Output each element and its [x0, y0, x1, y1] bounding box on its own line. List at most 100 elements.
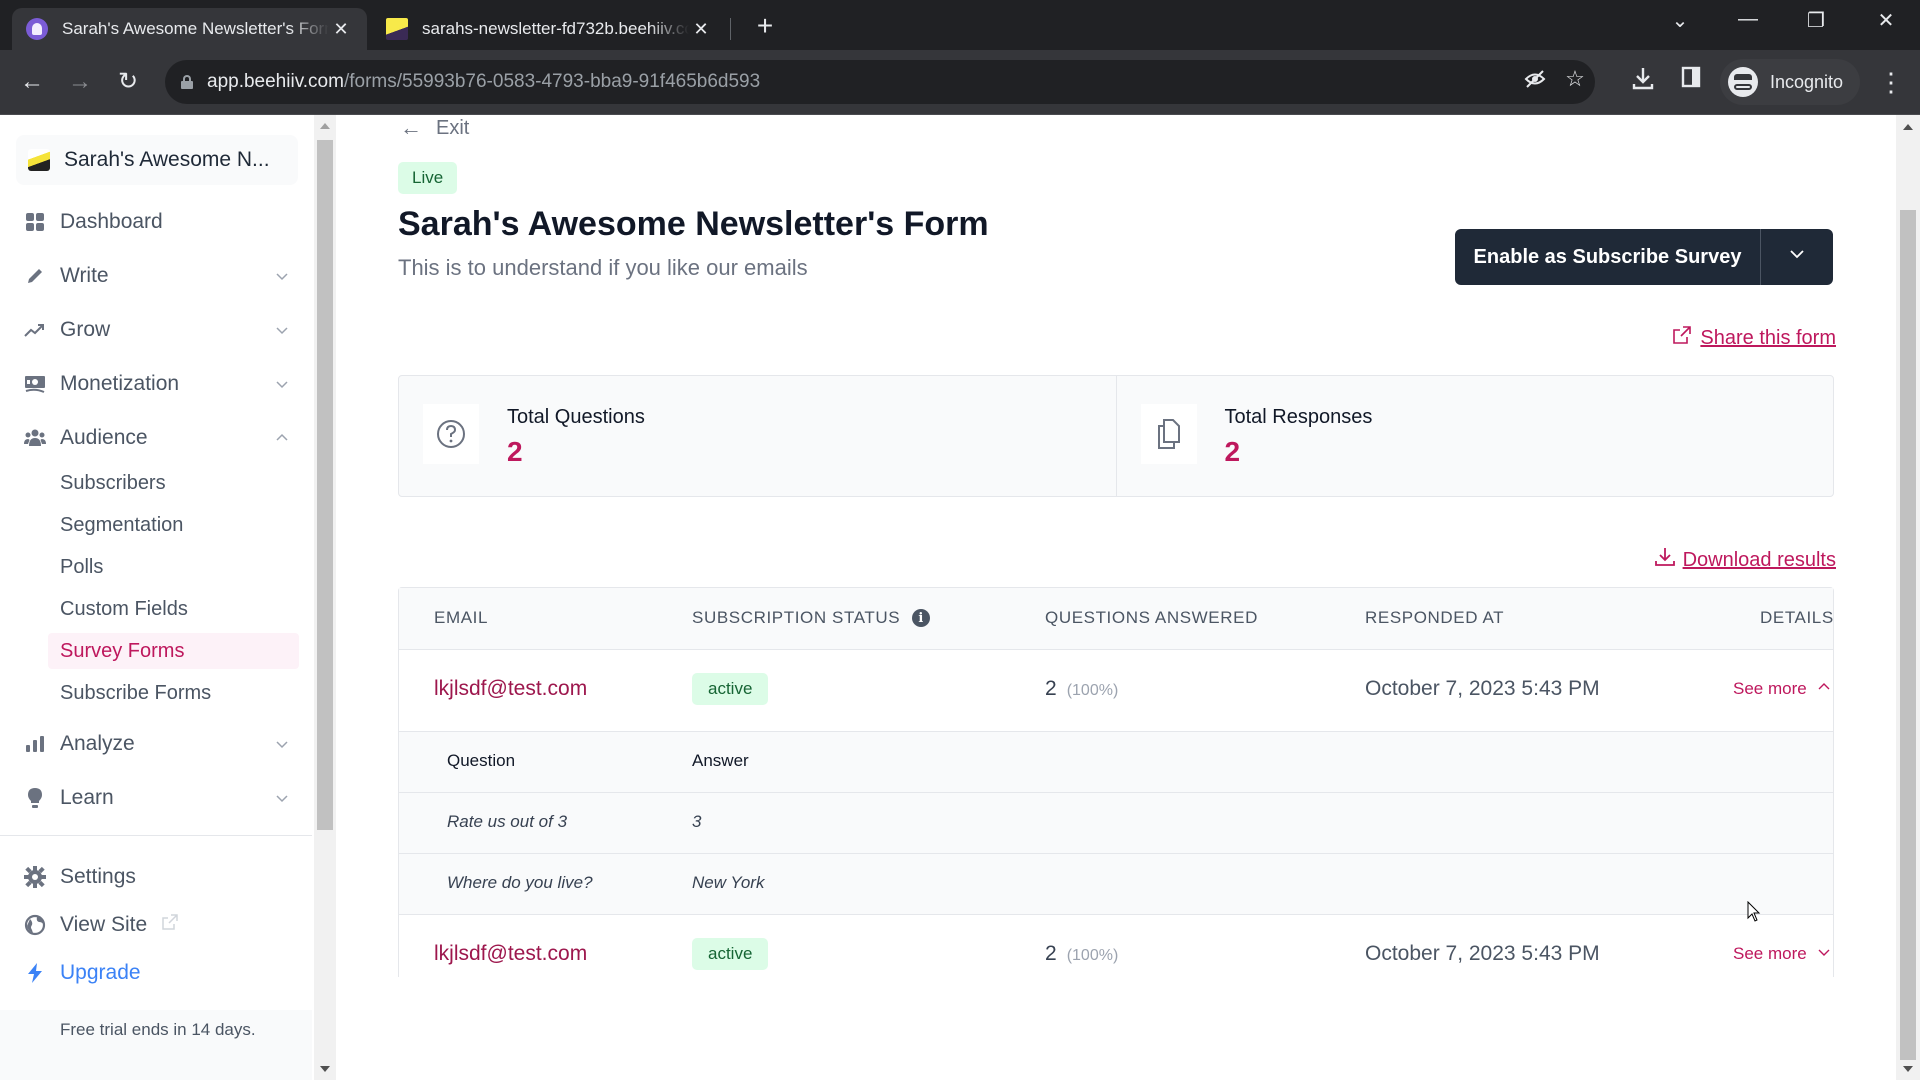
documents-icon	[1140, 404, 1197, 464]
close-tab-icon[interactable]: ✕	[329, 19, 353, 40]
sidebar-item-write[interactable]: Write	[24, 256, 290, 296]
answer-value: New York	[692, 873, 765, 892]
tab-search-chevron-icon[interactable]: ⌄	[1660, 8, 1700, 33]
sidebar-item-view-site[interactable]: View Site	[24, 905, 290, 945]
sidebar-item-label: Audience	[60, 426, 148, 449]
sidebar-subitem-label: Subscribe Forms	[60, 681, 212, 704]
sidebar-item-monetization[interactable]: Monetization	[24, 364, 290, 404]
sidebar-item-audience[interactable]: Audience	[24, 418, 290, 458]
sidebar-item-grow[interactable]: Grow	[24, 310, 290, 350]
sidebar-subitem-label: Segmentation	[60, 513, 184, 536]
stat-total-questions: Total Questions 2	[399, 376, 1116, 496]
new-tab-icon[interactable]: +	[750, 10, 780, 42]
forward-icon[interactable]: →	[62, 64, 98, 100]
scroll-down-arrow-icon[interactable]	[1903, 1066, 1913, 1072]
table-row: lkjlsdf@test.com active 2 (100%) October…	[399, 650, 1833, 732]
browser-tab-bar: Sarah's Awesome Newsletter's Form ✕ sara…	[0, 0, 1920, 50]
sidebar-item-learn[interactable]: Learn	[24, 778, 290, 818]
sidebar-item-analyze[interactable]: Analyze	[24, 724, 290, 764]
sidebar-subitem-subscribers[interactable]: Subscribers	[48, 465, 299, 501]
chevron-down-icon	[1788, 245, 1806, 269]
chevron-down-icon	[274, 374, 290, 390]
responded-at: October 7, 2023 5:43 PM	[1365, 942, 1600, 965]
download-results-label: Download results	[1682, 548, 1836, 571]
sidebar-subitem-label: Subscribers	[60, 471, 166, 494]
stat-value: 2	[1224, 436, 1241, 467]
see-more-toggle[interactable]: See more	[1733, 679, 1831, 699]
see-more-label: See more	[1733, 944, 1807, 963]
globe-icon	[24, 914, 46, 936]
sidebar-item-dashboard[interactable]: Dashboard	[24, 202, 290, 242]
minimize-icon[interactable]: —	[1728, 8, 1768, 31]
enable-subscribe-survey-label: Enable as Subscribe Survey	[1473, 245, 1742, 268]
sidebar-item-upgrade[interactable]: Upgrade	[24, 953, 290, 993]
enable-options-dropdown-button[interactable]	[1761, 229, 1833, 285]
sidebar-scrollbar[interactable]	[314, 115, 336, 1080]
lock-icon	[181, 75, 193, 89]
sidebar-subitem-label: Polls	[60, 555, 104, 578]
dashboard-icon	[24, 211, 46, 233]
sidebar-item-label: Learn	[60, 786, 114, 809]
response-email-link[interactable]: lkjlsdf@test.com	[434, 942, 587, 966]
scrollbar-thumb[interactable]	[317, 140, 333, 830]
sidebar-item-settings[interactable]: Settings	[24, 857, 290, 897]
sidebar-subitem-subscribe-forms[interactable]: Subscribe Forms	[48, 675, 299, 711]
site-favicon-icon	[386, 18, 408, 40]
responses-table: EMAIL SUBSCRIPTION STATUS i QUESTIONS AN…	[398, 587, 1834, 977]
scroll-up-arrow-icon[interactable]	[1903, 124, 1913, 130]
browser-tab-inactive[interactable]: sarahs-newsletter-fd732b.beehiiv.com ✕	[372, 8, 727, 50]
info-icon[interactable]: i	[912, 609, 931, 627]
browser-tab-active[interactable]: Sarah's Awesome Newsletter's Form ✕	[12, 8, 367, 50]
stat-total-responses: Total Responses 2	[1115, 376, 1834, 496]
chevron-up-icon	[274, 428, 290, 444]
side-panel-icon[interactable]	[1676, 66, 1706, 94]
answer-value: 3	[692, 812, 702, 831]
sidebar-item-label: Monetization	[60, 372, 180, 395]
close-window-icon[interactable]: ✕	[1866, 8, 1906, 33]
reload-icon[interactable]: ↻	[110, 64, 146, 100]
gear-icon	[24, 866, 46, 888]
sidebar-item-label: View Site	[60, 913, 148, 936]
close-tab-icon[interactable]: ✕	[689, 19, 713, 40]
bookmark-star-icon[interactable]: ☆	[1560, 66, 1590, 92]
scroll-down-arrow-icon[interactable]	[320, 1066, 330, 1072]
sidebar-subitem-segmentation[interactable]: Segmentation	[48, 507, 299, 543]
stats-panel: Total Questions 2 Total Responses 2	[398, 375, 1834, 497]
download-icon	[1654, 547, 1683, 573]
address-bar[interactable]: app.beehiiv.com /forms/55993b76-0583-479…	[165, 60, 1595, 104]
chevron-down-icon	[274, 734, 290, 750]
column-header-details: DETAILS	[1760, 608, 1834, 627]
see-more-toggle[interactable]: See more	[1733, 944, 1831, 964]
answers-header: Question Answer	[399, 732, 1833, 793]
enable-subscribe-survey-button[interactable]: Enable as Subscribe Survey	[1455, 229, 1761, 285]
lightning-icon	[24, 962, 46, 984]
sidebar-subitem-survey-forms[interactable]: Survey Forms	[48, 633, 299, 669]
mouse-cursor-icon	[1747, 900, 1761, 928]
tracking-protection-icon[interactable]	[1520, 68, 1550, 96]
scroll-up-arrow-icon[interactable]	[320, 123, 330, 129]
sidebar-subitem-custom-fields[interactable]: Custom Fields	[48, 591, 299, 627]
scrollbar-thumb[interactable]	[1900, 210, 1916, 1060]
response-email-link[interactable]: lkjlsdf@test.com	[434, 677, 587, 701]
share-form-link[interactable]: Share this form	[1672, 325, 1836, 351]
url-host: app.beehiiv.com	[207, 71, 344, 92]
exit-link[interactable]: ← Exit	[400, 115, 469, 141]
download-icon[interactable]	[1628, 66, 1658, 96]
incognito-profile-button[interactable]: Incognito	[1720, 59, 1860, 105]
browser-menu-icon[interactable]: ⋮	[1878, 62, 1904, 102]
chevron-down-icon	[274, 788, 290, 804]
exit-label: Exit	[436, 116, 470, 139]
sidebar-subitem-label: Custom Fields	[60, 597, 188, 620]
users-icon	[24, 427, 46, 449]
publication-switcher[interactable]: Sarah's Awesome N...	[16, 135, 298, 185]
pencil-icon	[24, 265, 46, 287]
download-results-link[interactable]: Download results	[1654, 547, 1836, 573]
sidebar-subitem-polls[interactable]: Polls	[48, 549, 299, 585]
arrow-left-icon: ←	[400, 115, 422, 140]
column-header-subscription-status: SUBSCRIPTION STATUS i	[692, 608, 931, 628]
back-icon[interactable]: ←	[14, 64, 50, 100]
answer-question: Where do you live?	[447, 873, 593, 892]
sidebar-subitem-label: Survey Forms	[60, 639, 185, 662]
main-scrollbar[interactable]	[1896, 115, 1920, 1080]
restore-icon[interactable]: ❐	[1796, 8, 1836, 33]
